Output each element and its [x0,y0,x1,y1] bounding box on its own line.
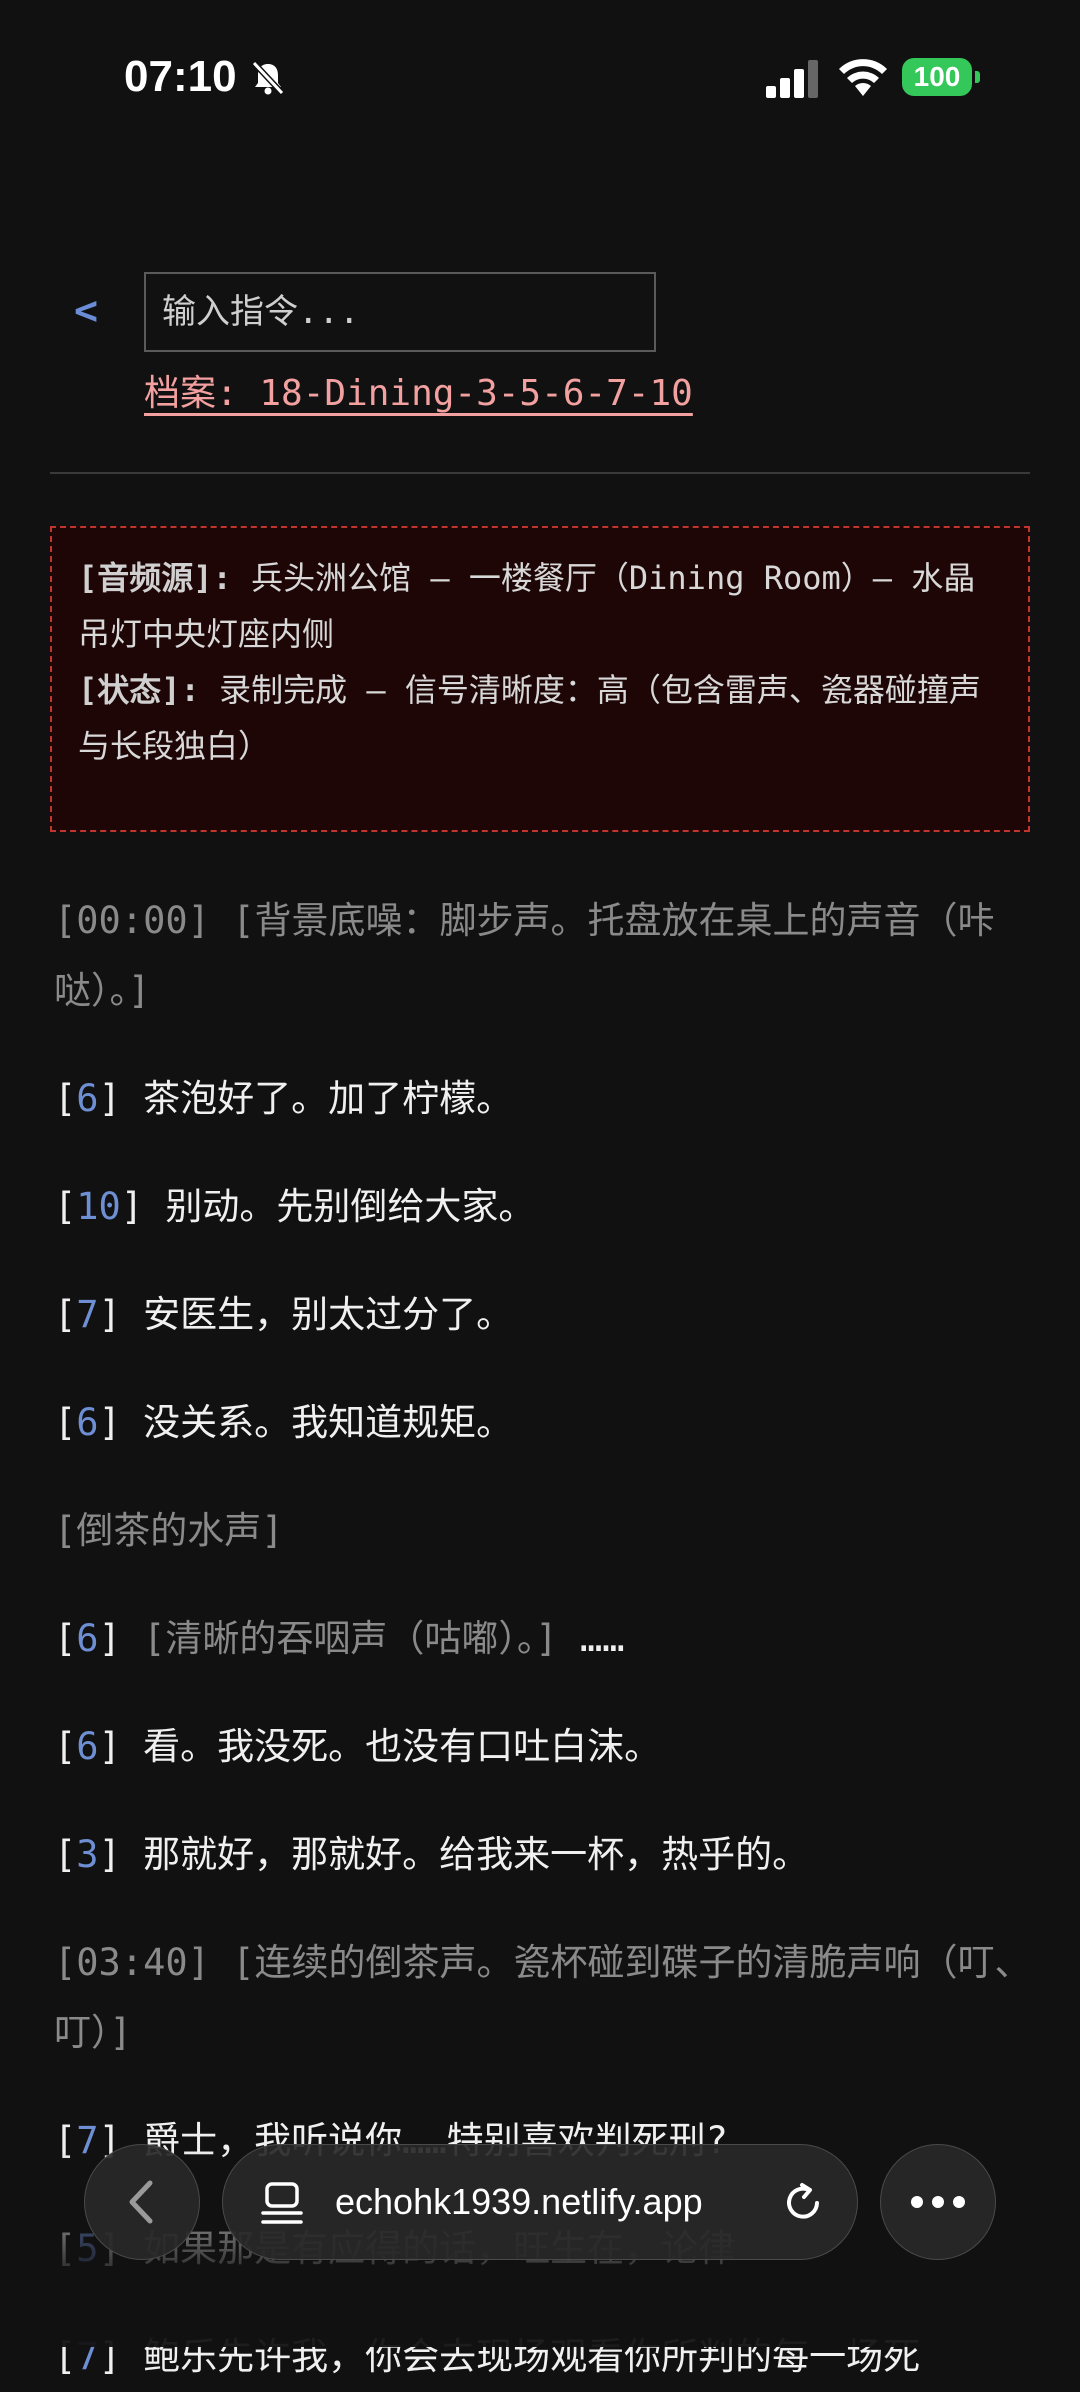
transcript-line: [7] 安医生，别太过分了。 [54,1293,514,1336]
url-text: echohk1939.netlify.app [335,2181,703,2222]
speaker-id: 6 [76,1725,99,1768]
wifi-icon [839,59,887,96]
transcript-line: [03:40] [连续的倒茶声。瓷杯碰到碟子的清脆声响（叮、叮）] [54,1941,1032,2054]
more-icon [911,2196,965,2208]
speaker-id: 7 [76,1293,99,1336]
dialogue-text: 安医生，别太过分了。 [143,1293,514,1336]
back-button[interactable]: < [74,288,98,334]
audio-source-label: [音频源]: [78,559,232,597]
battery-indicator: 100 [902,58,980,96]
transcript-line: [6] 看。我没死。也没有口吐白沫。 [54,1725,662,1768]
header-divider [50,472,1030,474]
status-row: [状态]: 录制完成 – 信号清晰度：高（包含雷声、瓷器碰撞声与长段独白） [78,662,1002,774]
audio-source-row: [音频源]: 兵头洲公馆 – 一楼餐厅（Dining Room）– 水晶吊灯中央… [78,550,1002,662]
dialogue-text: 茶泡好了。加了柠檬。 [143,1077,514,1120]
dialogue-text: 别动。先别倒给大家。 [165,1185,536,1228]
dialogue-text: 鲍乐先许我，你会去现场观看你所判的每一场死 [143,2335,921,2378]
address-bar[interactable]: echohk1939.netlify.app [222,2144,858,2260]
bell-slash-icon [251,60,285,96]
speaker-id: 3 [76,1833,99,1876]
speaker-id: 10 [76,1185,121,1228]
clock: 07:10 [124,52,237,101]
dialogue-text: 看。我没死。也没有口吐白沫。 [143,1725,662,1768]
reload-icon[interactable] [781,2181,825,2225]
transcript-line: [6] [清晰的吞咽声（咕嘟）。] …… [54,1617,625,1660]
transcript-line: [7] 鲍乐先许我，你会去现场观看你所判的每一场死 [54,2335,921,2378]
transcript-line: [3] 那就好，那就好。给我来一杯，热乎的。 [54,1833,810,1876]
speaker-id: 6 [76,1077,99,1120]
file-link[interactable]: 档案: 18-Dining-3-5-6-7-10 [144,364,693,416]
transcript-line: [00:00] [背景底噪：脚步声。托盘放在桌上的声音（咔哒）。] [54,899,995,1012]
transcript-line: [倒茶的水声] [54,1509,284,1552]
dialogue-text: 没关系。我知道规矩。 [143,1401,514,1444]
transcript-line: [6] 茶泡好了。加了柠檬。 [54,1077,514,1120]
page-settings-icon [261,2182,303,2224]
sound-note: [清晰的吞咽声（咕嘟）。] [143,1617,558,1660]
dialogue-text: 那就好，那就好。给我来一杯，热乎的。 [143,1833,810,1876]
speaker-id: 7 [76,2119,99,2162]
dialogue-text: …… [579,1617,625,1660]
battery-tip [975,71,980,83]
transcript-line: [6] 没关系。我知道规矩。 [54,1401,514,1444]
speaker-id: 6 [76,1617,99,1660]
status-bar: 07:10 100 [0,0,1080,160]
speaker-id: 7 [76,2335,99,2378]
command-input[interactable] [144,272,656,352]
speaker-id: 6 [76,1401,99,1444]
browser-back-button[interactable] [84,2144,200,2260]
more-options-button[interactable] [880,2144,996,2260]
transcript-line: [10] 别动。先别倒给大家。 [54,1185,536,1228]
chevron-left-icon [129,2180,153,2224]
audio-source-box: [音频源]: 兵头洲公馆 – 一楼餐厅（Dining Room）– 水晶吊灯中央… [50,526,1030,832]
battery-level: 100 [902,58,972,96]
cellular-signal-icon [766,60,818,98]
status-text: 录制完成 – 信号清晰度：高（包含雷声、瓷器碰撞声与长段独白） [78,671,981,765]
status-label: [状态]: [78,671,200,709]
